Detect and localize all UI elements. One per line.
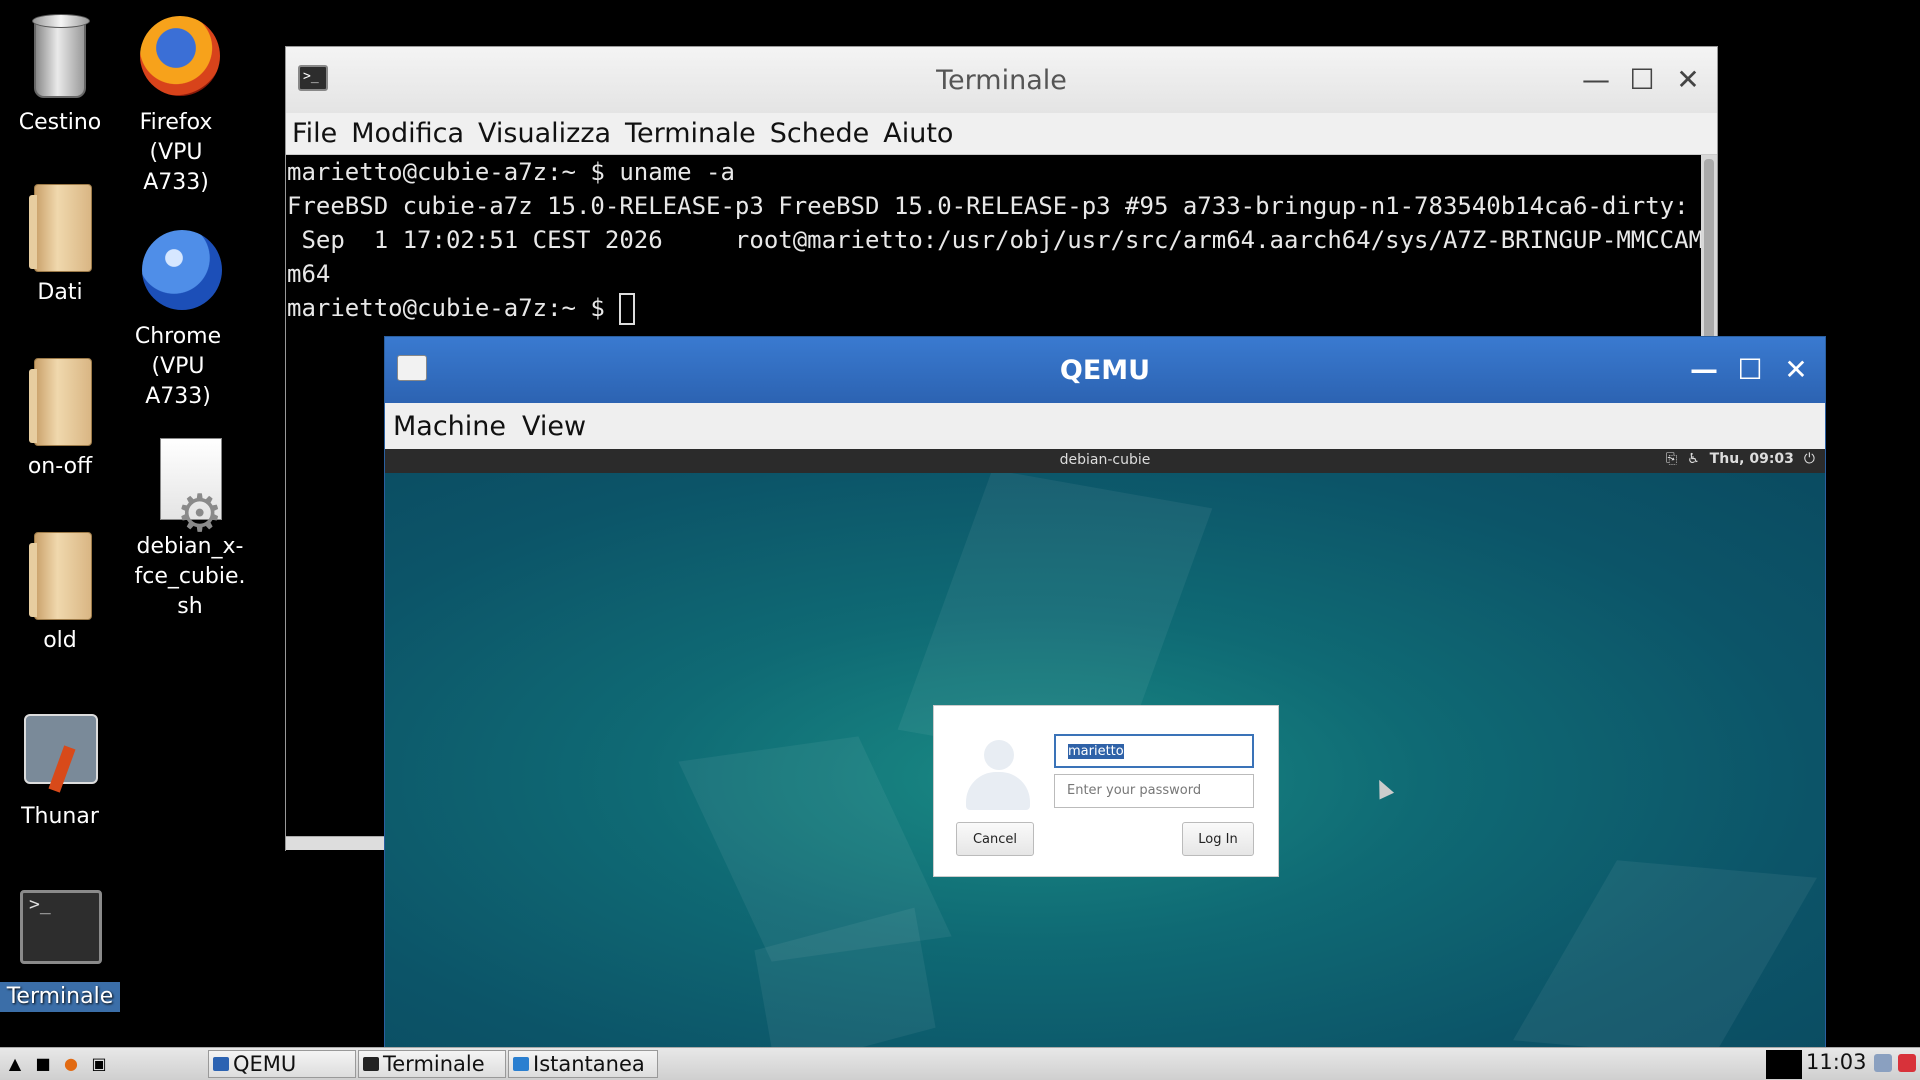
desktop-icon-label: on-off	[27, 454, 93, 479]
guest-top-panel: debian-cubie ⎘ ♿ Thu, 09:03 ⏻	[385, 449, 1825, 473]
password-field[interactable]: Enter your password	[1054, 774, 1254, 808]
guest-clock: Thu, 09:03	[1709, 451, 1794, 467]
file-manager-icon[interactable]: ■	[32, 1052, 54, 1074]
maximize-button[interactable]: ☐	[1735, 351, 1765, 387]
chrome-icon	[142, 230, 222, 310]
desktop-icon-label: Thunar	[21, 804, 99, 829]
guest-display[interactable]: debian-cubie ⎘ ♿ Thu, 09:03 ⏻ marietto E…	[385, 449, 1825, 1047]
terminal-prompt-line: marietto@cubie-a7z:~ $	[287, 291, 1703, 325]
terminal-prompt: marietto@cubie-a7z:~ $	[287, 294, 620, 322]
menu-file[interactable]: File	[292, 118, 337, 149]
menu-modifica[interactable]: Modifica	[351, 118, 464, 149]
cpu-graph	[1766, 1050, 1802, 1079]
power-icon[interactable]	[1898, 1054, 1916, 1072]
desktop-icon-firefox[interactable]: Firefox (VPU A733)	[116, 14, 236, 198]
folder-icon	[29, 184, 92, 272]
network-icon[interactable]	[1874, 1054, 1892, 1072]
script-file-icon	[160, 438, 223, 529]
taskbar: ▲ ■ ● ▣ QEMU Terminale Istantanea 11:03	[0, 1047, 1920, 1080]
username-field[interactable]: marietto	[1054, 734, 1254, 768]
username-value: marietto	[1068, 744, 1124, 759]
window-title: QEMU	[1059, 354, 1151, 386]
keyboard-icon[interactable]: ⎘	[1666, 451, 1677, 467]
qemu-menubar: Machine View	[385, 403, 1825, 449]
trash-icon	[32, 14, 90, 98]
desktop-icon-label: debian_x- fce_cubie. sh	[134, 534, 246, 619]
firefox-launcher-icon[interactable]: ●	[60, 1052, 82, 1074]
screenshot-task-icon	[513, 1057, 529, 1071]
desktop-icon-terminale[interactable]: >_ Terminale	[0, 888, 120, 1012]
desktop-icon-thunar[interactable]: Thunar	[0, 708, 120, 832]
terminal-line: FreeBSD cubie-a7z 15.0-RELEASE-p3 FreeBS…	[287, 192, 1703, 220]
desktop-icon-old[interactable]: old	[0, 532, 120, 656]
terminal-cursor	[619, 293, 636, 325]
menu-terminale[interactable]: Terminale	[625, 118, 756, 149]
folder-icon	[29, 358, 92, 446]
power-icon[interactable]: ⏻	[1804, 451, 1815, 467]
task-label: Terminale	[383, 1052, 485, 1076]
scrollbar-thumb[interactable]	[1704, 159, 1714, 359]
accessibility-icon[interactable]: ♿	[1687, 451, 1700, 467]
menu-visualizza[interactable]: Visualizza	[478, 118, 611, 149]
task-label: Istantanea	[533, 1052, 645, 1076]
desktop-icon-label: Terminale	[0, 982, 120, 1012]
maximize-button[interactable]: ☐	[1627, 61, 1657, 97]
desktop-icon-label: old	[43, 628, 77, 653]
mouse-pointer-icon	[1371, 776, 1395, 800]
menu-view[interactable]: View	[522, 411, 586, 442]
minimize-button[interactable]: —	[1689, 351, 1719, 387]
close-button[interactable]: ✕	[1673, 61, 1703, 97]
cancel-button[interactable]: Cancel	[956, 822, 1034, 856]
qemu-task-icon	[213, 1057, 229, 1071]
qemu-window: QEMU — ☐ ✕ Machine View debian-cubie ⎘ ♿…	[384, 336, 1826, 1048]
task-qemu[interactable]: QEMU	[208, 1050, 356, 1078]
menu-aiuto[interactable]: Aiuto	[883, 118, 953, 149]
task-terminale[interactable]: Terminale	[358, 1050, 506, 1078]
minimize-button[interactable]: —	[1581, 61, 1611, 97]
desktop-icon-chrome[interactable]: Chrome (VPU A733)	[118, 228, 238, 412]
desktop: Cestino Firefox (VPU A733) Dati Chrome (…	[0, 0, 1920, 1080]
terminal-titlebar[interactable]: >_ Terminale — ☐ ✕	[286, 47, 1717, 113]
firefox-icon	[140, 16, 220, 96]
terminal-icon: >_	[298, 65, 328, 91]
task-label: QEMU	[233, 1052, 297, 1076]
terminal-line: m64	[287, 260, 331, 288]
desktop-icon-trash[interactable]: Cestino	[0, 14, 120, 138]
terminal-line: Sep 1 17:02:51 CEST 2026 root@marietto:/…	[287, 226, 1703, 254]
wallpaper-shape	[1513, 860, 1817, 1047]
qemu-window-icon	[397, 355, 427, 381]
menu-schede[interactable]: Schede	[770, 118, 869, 149]
window-title: Terminale	[936, 64, 1067, 96]
qemu-titlebar[interactable]: QEMU — ☐ ✕	[385, 337, 1825, 403]
terminal-menubar: File Modifica Visualizza Terminale Sched…	[286, 113, 1717, 155]
desktop-icon-script[interactable]: debian_x- fce_cubie. sh	[130, 438, 250, 622]
login-dialog: marietto Enter your password Cancel Log …	[933, 705, 1279, 877]
guest-hostname: debian-cubie	[1059, 452, 1151, 468]
task-istantanea[interactable]: Istantanea	[508, 1050, 658, 1078]
folder-icon	[29, 532, 92, 620]
desktop-icon-label: Dati	[37, 280, 83, 305]
close-button[interactable]: ✕	[1781, 351, 1811, 387]
terminal-task-icon	[363, 1057, 379, 1071]
user-avatar-icon	[964, 740, 1030, 814]
desktop-icon-label: Chrome (VPU A733)	[134, 324, 222, 409]
show-desktop-icon[interactable]: ▣	[88, 1052, 110, 1074]
terminal-hscrollbar[interactable]	[286, 836, 386, 850]
menu-machine[interactable]: Machine	[393, 411, 506, 442]
thunar-icon	[24, 714, 98, 784]
desktop-icon-label: Cestino	[18, 110, 102, 135]
log-in-button[interactable]: Log In	[1182, 822, 1254, 856]
terminal-icon: >_	[20, 890, 102, 964]
desktop-icon-dati[interactable]: Dati	[0, 184, 120, 308]
taskbar-clock[interactable]: 11:03	[1806, 1050, 1867, 1074]
app-menu-icon[interactable]: ▲	[4, 1052, 26, 1074]
terminal-line: marietto@cubie-a7z:~ $ uname -a	[287, 158, 735, 186]
desktop-icon-label: Firefox (VPU A733)	[139, 110, 213, 195]
desktop-icon-on-off[interactable]: on-off	[0, 358, 120, 482]
